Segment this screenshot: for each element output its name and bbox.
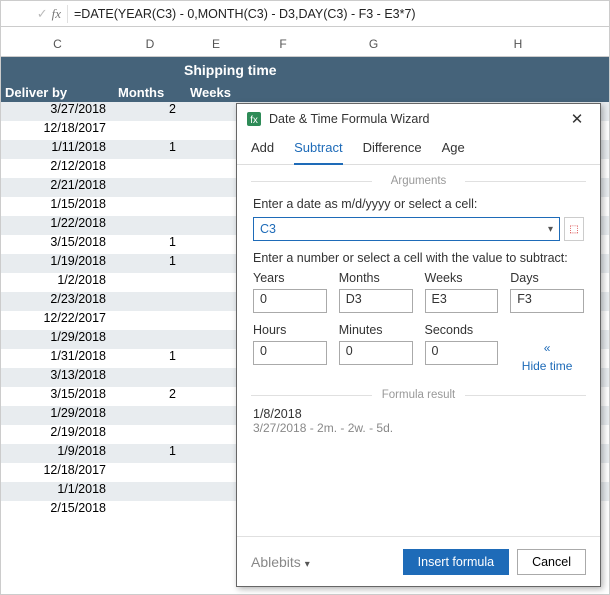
close-icon[interactable]: ✕ [560,110,594,128]
cell-months[interactable] [114,273,186,292]
tab-subtract[interactable]: Subtract [294,140,342,165]
tab-age[interactable]: Age [442,140,465,164]
minutes-label: Minutes [339,323,413,337]
cell-date[interactable]: 2/21/2018 [1,178,114,197]
years-label: Years [253,271,327,285]
result-value: 1/8/2018 [253,407,584,421]
cell-months[interactable]: 2 [114,387,186,406]
cell-months[interactable]: 1 [114,140,186,159]
col-header-c[interactable]: C [1,37,114,56]
cell-date[interactable]: 2/23/2018 [1,292,114,311]
minutes-input[interactable]: 0 [339,341,413,365]
accept-icon[interactable]: ✓ [37,6,48,22]
cell-date[interactable]: 1/11/2018 [1,140,114,159]
date-cell-input[interactable]: C3 ▾ [253,217,560,241]
cell-months[interactable]: 2 [114,102,186,121]
cell-date[interactable]: 12/22/2017 [1,311,114,330]
insert-formula-button[interactable]: Insert formula [403,549,509,575]
cell-date[interactable]: 3/27/2018 [1,102,114,121]
hide-time-link[interactable]: «Hide time [510,323,584,373]
col-header-f[interactable]: F [246,37,320,56]
cell-months[interactable] [114,501,186,520]
cell-date[interactable]: 1/19/2018 [1,254,114,273]
result-detail: 3/27/2018 - 2m. - 2w. - 5d. [253,421,584,435]
cell-date[interactable]: 1/22/2018 [1,216,114,235]
header-deliver-by: Deliver by [1,85,114,100]
cell-months[interactable]: 1 [114,254,186,273]
cell-date[interactable]: 2/12/2018 [1,159,114,178]
tab-difference[interactable]: Difference [363,140,422,164]
cell-date[interactable]: 1/1/2018 [1,482,114,501]
months-label: Months [339,271,413,285]
header-weeks: Weeks [186,85,246,100]
col-header-h[interactable]: H [427,37,609,56]
cell-months[interactable]: 1 [114,349,186,368]
chevron-down-icon[interactable]: ▾ [548,224,553,235]
seconds-label: Seconds [425,323,499,337]
cell-months[interactable] [114,330,186,349]
cell-months[interactable] [114,216,186,235]
cell-months[interactable] [114,463,186,482]
brand-label[interactable]: Ablebits ▾ [251,554,395,570]
cell-months[interactable] [114,121,186,140]
formula-bar: ✓ fx =DATE(YEAR(C3) - 0,MONTH(C3) - D3,D… [1,1,609,27]
enter-number-label: Enter a number or select a cell with the… [253,251,584,265]
col-header-g[interactable]: G [320,37,427,56]
arguments-group: Arguments [251,175,586,187]
cell-months[interactable]: 1 [114,235,186,254]
formula-input[interactable]: =DATE(YEAR(C3) - 0,MONTH(C3) - D3,DAY(C3… [67,5,609,23]
dialog-titlebar: fx Date & Time Formula Wizard ✕ [237,104,600,134]
hours-input[interactable]: 0 [253,341,327,365]
cell-picker-icon[interactable]: ⬚ [564,217,584,241]
cell-date[interactable]: 1/31/2018 [1,349,114,368]
fx-icon[interactable]: fx [52,6,61,22]
col-header-d[interactable]: D [114,37,186,56]
cell-months[interactable] [114,178,186,197]
dialog-tabs: Add Subtract Difference Age [237,134,600,165]
header-row: Deliver by Months Weeks [1,82,609,102]
cell-date[interactable]: 3/13/2018 [1,368,114,387]
cell-date[interactable]: 1/9/2018 [1,444,114,463]
cell-months[interactable] [114,482,186,501]
cancel-button[interactable]: Cancel [517,549,586,575]
hours-label: Hours [253,323,327,337]
cell-date[interactable]: 3/15/2018 [1,387,114,406]
cell-months[interactable] [114,159,186,178]
wizard-icon: fx [245,110,263,128]
months-input[interactable]: D3 [339,289,413,313]
cell-months[interactable] [114,368,186,387]
cell-date[interactable]: 2/19/2018 [1,425,114,444]
result-group: Formula result [251,389,586,401]
cell-months[interactable] [114,292,186,311]
header-months: Months [114,85,186,100]
days-label: Days [510,271,584,285]
column-headers: C D E F G H [1,37,609,57]
cell-date[interactable]: 2/15/2018 [1,501,114,520]
cell-date[interactable]: 1/2/2018 [1,273,114,292]
cell-date[interactable]: 12/18/2017 [1,121,114,140]
weeks-input[interactable]: E3 [425,289,499,313]
col-header-e[interactable]: E [186,37,246,56]
cell-date[interactable]: 3/15/2018 [1,235,114,254]
sheet-title: Shipping time [114,57,609,82]
dialog-title: Date & Time Formula Wizard [269,112,560,126]
cell-date[interactable]: 1/15/2018 [1,197,114,216]
enter-date-label: Enter a date as m/d/yyyy or select a cel… [253,197,584,211]
cell-months[interactable] [114,311,186,330]
title-row: Shipping time [1,57,609,82]
cell-date[interactable]: 1/29/2018 [1,330,114,349]
weeks-label: Weeks [425,271,499,285]
cell-date[interactable]: 1/29/2018 [1,406,114,425]
cell-months[interactable] [114,406,186,425]
years-input[interactable]: 0 [253,289,327,313]
tab-add[interactable]: Add [251,140,274,164]
cell-months[interactable]: 1 [114,444,186,463]
cell-months[interactable] [114,197,186,216]
cell-date[interactable]: 12/18/2017 [1,463,114,482]
seconds-input[interactable]: 0 [425,341,499,365]
days-input[interactable]: F3 [510,289,584,313]
cell-months[interactable] [114,425,186,444]
svg-text:fx: fx [250,115,258,126]
formula-wizard-dialog: fx Date & Time Formula Wizard ✕ Add Subt… [236,103,601,587]
